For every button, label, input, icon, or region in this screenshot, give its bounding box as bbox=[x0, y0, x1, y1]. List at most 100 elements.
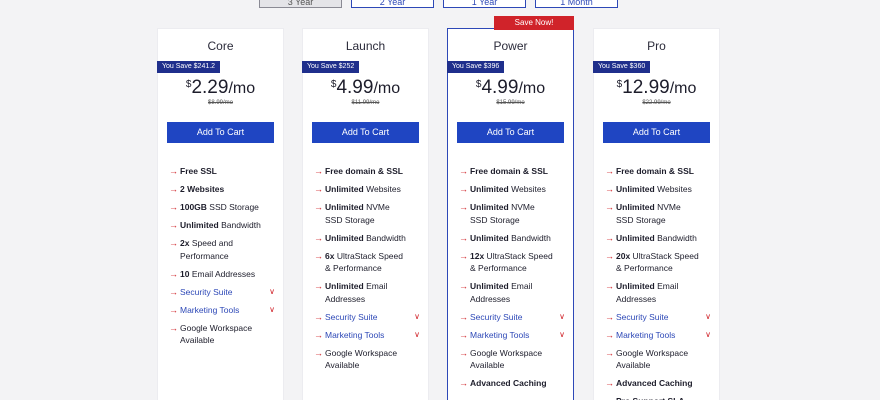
chevron-down-icon[interactable]: ∨ bbox=[559, 329, 565, 342]
price-currency: $ bbox=[616, 79, 623, 90]
feature-text: Bandwidth bbox=[218, 220, 261, 230]
term-tab-1-month[interactable]: 1 Month bbox=[535, 0, 618, 8]
feature-item[interactable]: → Security Suite ∨ bbox=[314, 311, 420, 324]
feature-text: Websites bbox=[654, 184, 692, 194]
feature-text: Bandwidth bbox=[654, 232, 697, 243]
add-to-cart-button[interactable]: Add To Cart bbox=[312, 122, 419, 143]
feature-item: → Free domain & SSL bbox=[314, 165, 420, 178]
arrow-right-icon: → bbox=[459, 281, 468, 291]
term-tab-1-year[interactable]: 1 Year bbox=[443, 0, 526, 8]
feature-item[interactable]: → Security Suite ∨ bbox=[605, 311, 711, 324]
arrow-right-icon: → bbox=[169, 286, 178, 297]
feature-highlight: Free domain & SSL bbox=[470, 166, 548, 176]
feature-item: → Unlimited NVMe SSD Storage bbox=[314, 201, 420, 226]
chevron-down-icon[interactable]: ∨ bbox=[269, 304, 275, 317]
arrow-right-icon: → bbox=[459, 166, 468, 176]
feature-item[interactable]: → Security Suite ∨ bbox=[459, 311, 565, 324]
feature-item: → Unlimited Email Addresses bbox=[605, 280, 711, 305]
feature-text: Marketing Tools bbox=[180, 304, 240, 315]
feature-item: → Advanced Caching bbox=[459, 377, 565, 390]
feature-item: → Google Workspace Available bbox=[169, 322, 275, 347]
feature-highlight: 20x bbox=[616, 250, 631, 261]
arrow-right-icon: → bbox=[169, 166, 178, 176]
feature-item: → Unlimited Bandwidth bbox=[459, 232, 565, 245]
feature-item: → Unlimited Bandwidth bbox=[169, 219, 275, 232]
chevron-down-icon[interactable]: ∨ bbox=[414, 311, 420, 324]
feature-text: Security Suite bbox=[325, 311, 378, 322]
feature-text: Websites bbox=[363, 184, 401, 194]
arrow-right-icon: → bbox=[605, 347, 614, 358]
feature-item: → Unlimited NVMe SSD Storage bbox=[605, 201, 711, 226]
feature-list: → Free domain & SSL → Unlimited Websites → Un… bbox=[314, 165, 420, 377]
arrow-right-icon: → bbox=[459, 202, 468, 212]
feature-item[interactable]: → Marketing Tools ∨ bbox=[169, 304, 275, 317]
original-price: $11.99/mo bbox=[351, 100, 380, 106]
feature-text: Security Suite bbox=[470, 311, 523, 322]
add-to-cart-button[interactable]: Add To Cart bbox=[167, 122, 274, 143]
price-amount: 4.99 bbox=[481, 77, 519, 98]
feature-text: UltraStack Speed & Performance bbox=[325, 250, 403, 274]
feature-text: Google Workspace Available bbox=[180, 322, 253, 346]
arrow-right-icon: → bbox=[459, 311, 468, 322]
original-price: $22.99/mo bbox=[642, 100, 671, 106]
arrow-right-icon: → bbox=[169, 184, 178, 194]
arrow-right-icon: → bbox=[169, 238, 178, 248]
feature-list: → Free domain & SSL → Unlimited Websites → Un… bbox=[605, 165, 711, 400]
feature-item[interactable]: → Marketing Tools ∨ bbox=[605, 329, 711, 342]
feature-item: → Unlimited Email Addresses bbox=[314, 280, 420, 305]
arrow-right-icon: → bbox=[314, 281, 323, 291]
feature-text: Websites bbox=[508, 184, 546, 194]
chevron-down-icon[interactable]: ∨ bbox=[414, 329, 420, 342]
add-to-cart-button[interactable]: Add To Cart bbox=[603, 122, 710, 143]
arrow-right-icon: → bbox=[605, 232, 614, 243]
chevron-down-icon[interactable]: ∨ bbox=[559, 311, 565, 324]
feature-list: → Free SSL → 2 Websites → 100GB SSD Storage → U… bbox=[169, 165, 275, 352]
feature-highlight: Free domain & SSL bbox=[616, 166, 694, 176]
feature-highlight: Free SSL bbox=[180, 166, 217, 176]
term-tab-2-year[interactable]: 2 Year bbox=[351, 0, 434, 8]
feature-highlight: 12x bbox=[470, 250, 485, 261]
feature-item[interactable]: → Security Suite ∨ bbox=[169, 286, 275, 299]
plan-price: $4.99/mo bbox=[303, 77, 428, 99]
price-period: /mo bbox=[518, 80, 546, 97]
feature-item: → 2 Websites bbox=[169, 183, 275, 196]
price-amount: 2.29 bbox=[191, 77, 229, 98]
arrow-right-icon: → bbox=[605, 202, 614, 212]
price-currency: $ bbox=[475, 79, 482, 90]
plan-card-power: Save Now! Power You Save $396 $4.99/mo $15.9… bbox=[447, 16, 574, 400]
add-to-cart-button[interactable]: Add To Cart bbox=[457, 122, 564, 143]
feature-text: Bandwidth bbox=[508, 232, 551, 243]
feature-item[interactable]: → Marketing Tools ∨ bbox=[314, 329, 420, 342]
chevron-down-icon[interactable]: ∨ bbox=[705, 311, 711, 324]
feature-highlight: Unlimited bbox=[616, 232, 655, 243]
feature-list: → Free domain & SSL → Unlimited Websites → Un… bbox=[459, 165, 565, 395]
arrow-right-icon: → bbox=[605, 250, 614, 261]
feature-highlight: Unlimited bbox=[470, 184, 509, 194]
feature-text: Google Workspace Available bbox=[325, 347, 398, 371]
feature-text: Google Workspace Available bbox=[616, 347, 689, 371]
feature-item[interactable]: → Marketing Tools ∨ bbox=[459, 329, 565, 342]
plan-name: Launch bbox=[345, 39, 386, 53]
original-price: $15.99/mo bbox=[496, 100, 525, 106]
plan-card-pro: Pro You Save $360 $12.99/mo $22.99/mo Add To… bbox=[593, 28, 720, 400]
price-currency: $ bbox=[185, 79, 192, 90]
feature-highlight: Unlimited bbox=[616, 281, 655, 291]
feature-item: → 20x UltraStack Speed & Performance bbox=[605, 250, 711, 275]
arrow-right-icon: → bbox=[459, 378, 468, 388]
feature-item: → 12x UltraStack Speed & Performance bbox=[459, 250, 565, 275]
chevron-down-icon[interactable]: ∨ bbox=[269, 286, 275, 299]
chevron-down-icon[interactable]: ∨ bbox=[705, 329, 711, 342]
feature-item: → 10 Email Addresses bbox=[169, 268, 275, 281]
feature-item: → Free domain & SSL bbox=[459, 165, 565, 178]
arrow-right-icon: → bbox=[314, 166, 323, 176]
term-tab-3-year[interactable]: 3 Year bbox=[259, 0, 342, 8]
arrow-right-icon: → bbox=[314, 329, 323, 340]
price-period: /mo bbox=[373, 80, 401, 97]
plan-price: $12.99/mo bbox=[594, 77, 719, 99]
feature-highlight: Unlimited bbox=[470, 232, 509, 243]
arrow-right-icon: → bbox=[169, 322, 178, 333]
feature-text: Security Suite bbox=[180, 286, 233, 297]
arrow-right-icon: → bbox=[605, 166, 614, 176]
plan-name: Power bbox=[493, 39, 528, 53]
feature-item: → Free domain & SSL bbox=[605, 165, 711, 178]
